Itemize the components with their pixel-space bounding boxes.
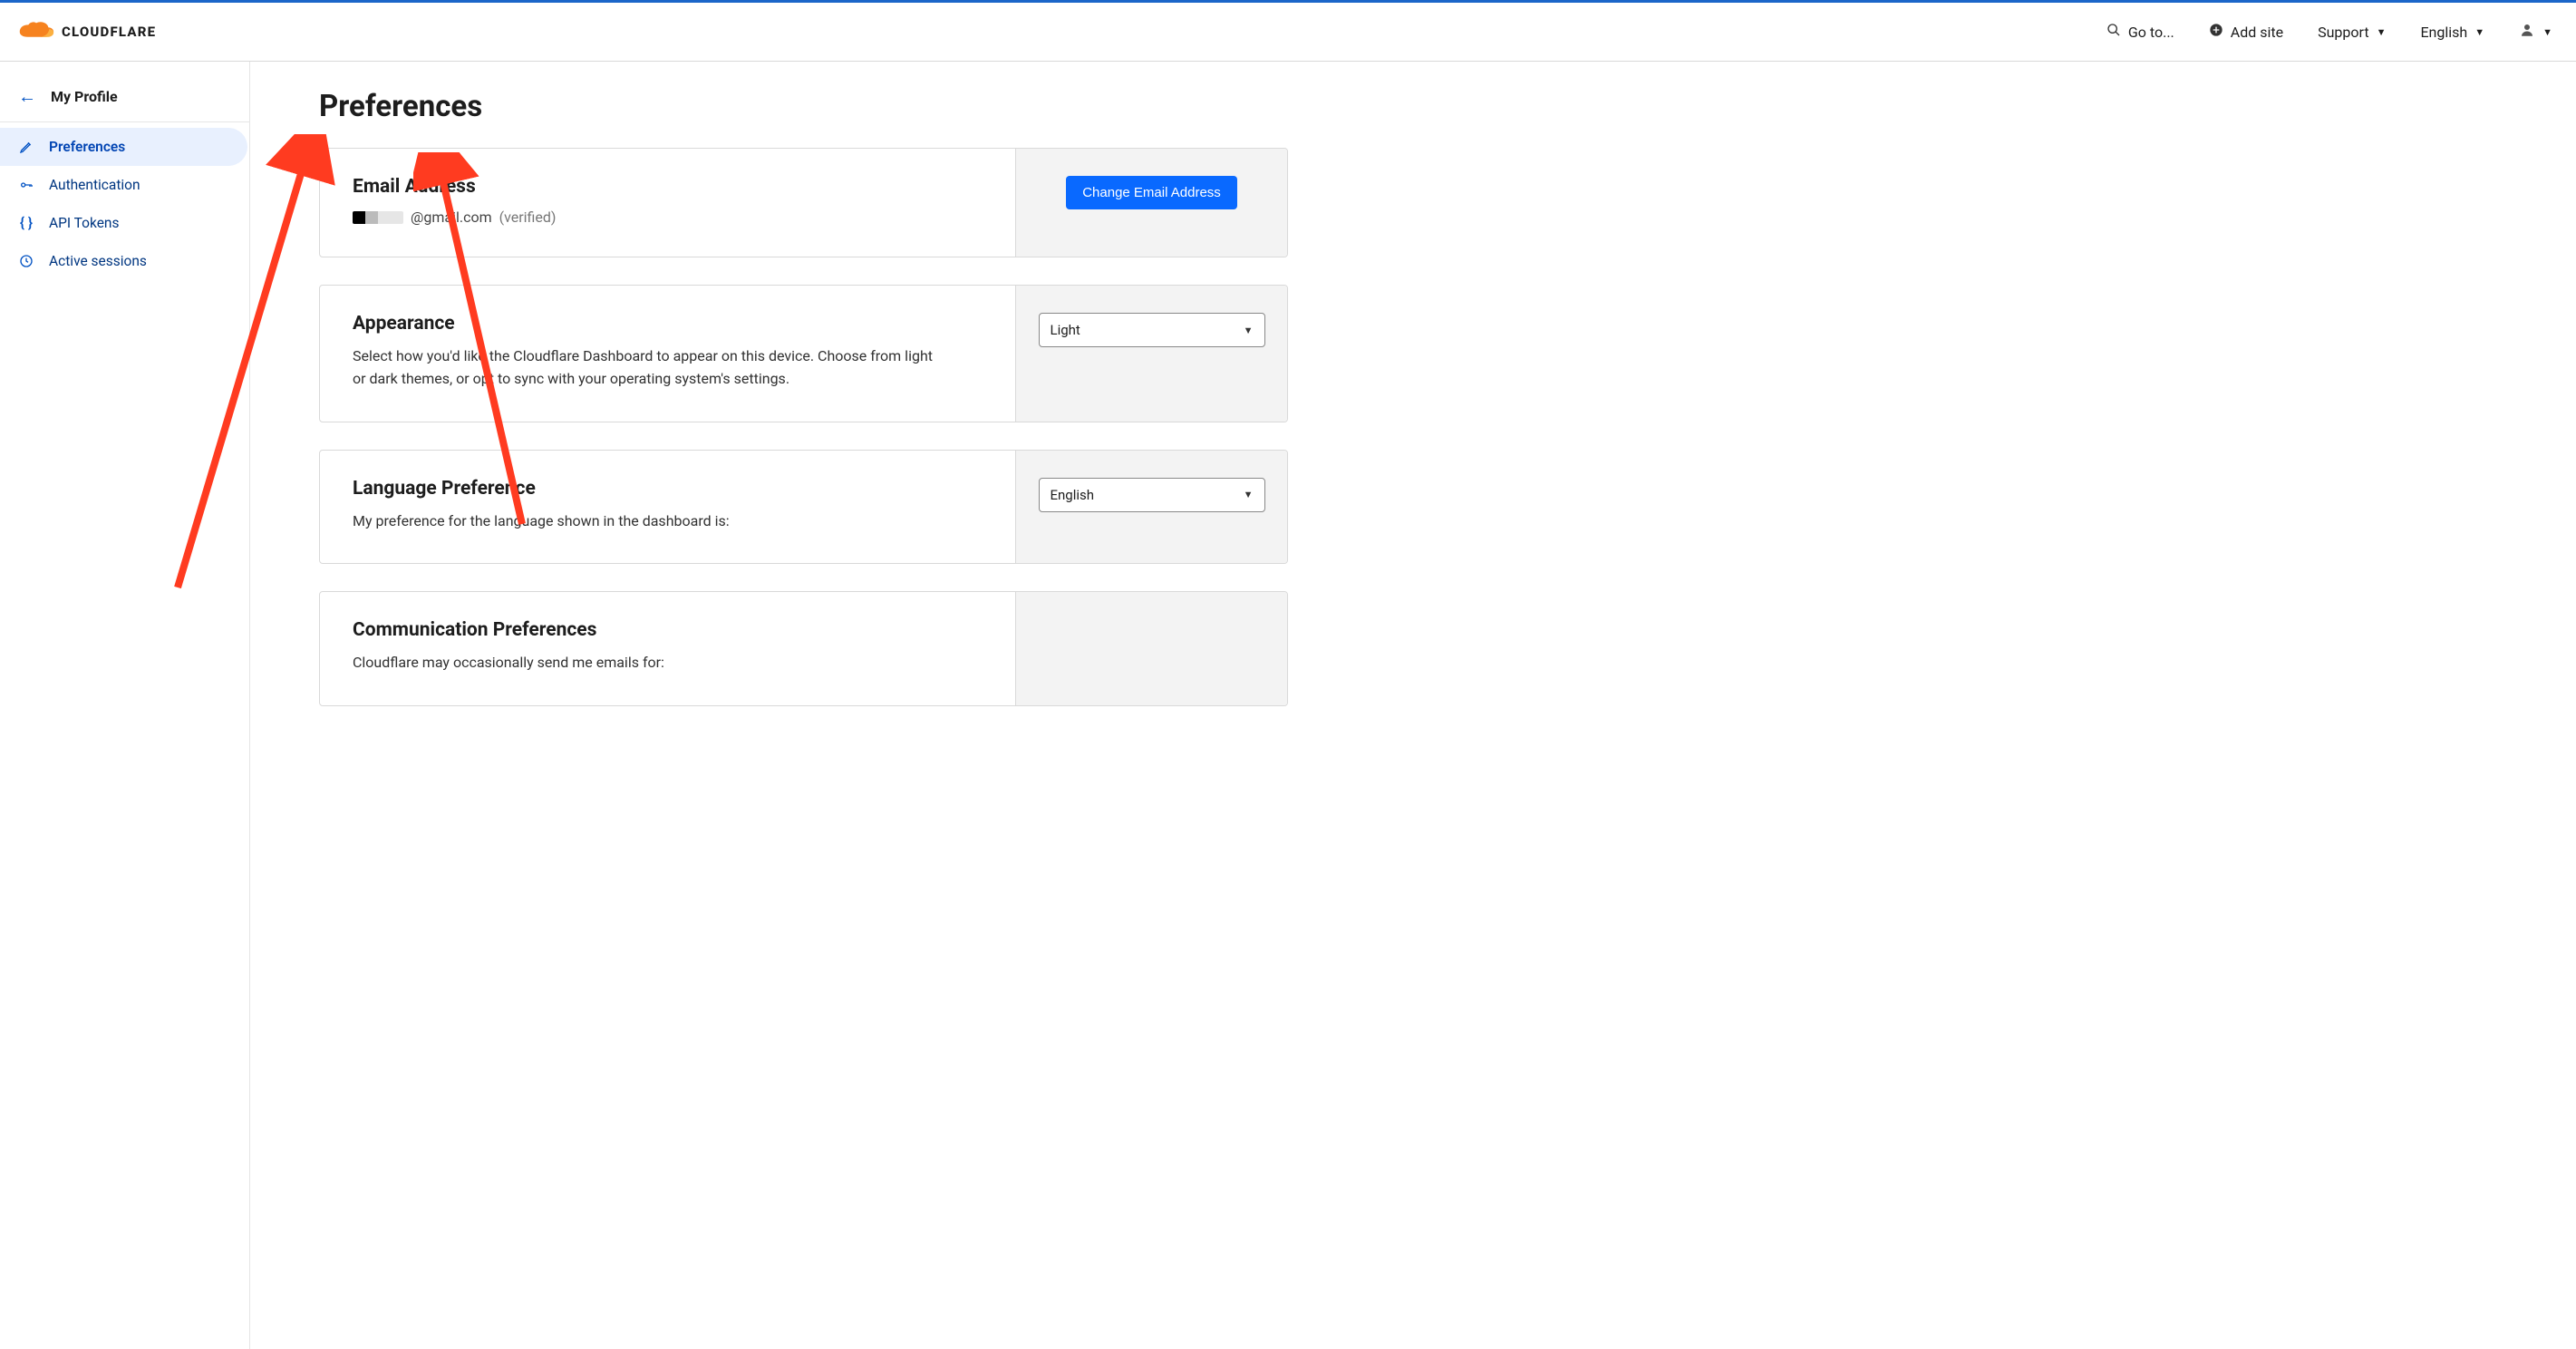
- sidebar-item-label: Active sessions: [49, 253, 147, 269]
- chevron-down-icon: ▼: [1244, 489, 1254, 500]
- cloudflare-cloud-icon: [15, 21, 56, 43]
- sidebar-item-authentication[interactable]: Authentication: [0, 166, 249, 204]
- pencil-icon: [18, 140, 34, 154]
- support-dropdown[interactable]: Support ▼: [2318, 24, 2386, 41]
- support-label: Support: [2318, 24, 2368, 41]
- email-redacted: [353, 211, 403, 224]
- account-dropdown[interactable]: ▼: [2519, 22, 2552, 42]
- appearance-description: Select how you'd like the Cloudflare Das…: [353, 345, 933, 391]
- goto-search[interactable]: Go to...: [2106, 23, 2174, 41]
- braces-icon: { }: [18, 215, 34, 231]
- card-appearance: Appearance Select how you'd like the Clo…: [319, 285, 1288, 422]
- language-dropdown[interactable]: English ▼: [2420, 24, 2484, 41]
- card-communication: Communication Preferences Cloudflare may…: [319, 591, 1288, 706]
- logo-text: CLOUDFLARE: [62, 24, 156, 40]
- appearance-heading: Appearance: [353, 313, 983, 335]
- email-heading: Email Address: [353, 176, 983, 198]
- language-label: English: [2420, 24, 2467, 41]
- clock-icon: [18, 254, 34, 268]
- sidebar-item-active-sessions[interactable]: Active sessions: [0, 242, 249, 280]
- sidebar-item-preferences[interactable]: Preferences: [0, 128, 247, 166]
- sidebar-item-label: API Tokens: [49, 215, 119, 231]
- logo[interactable]: CLOUDFLARE: [15, 21, 156, 43]
- sidebar-item-label: Authentication: [49, 177, 140, 193]
- search-icon: [2106, 23, 2121, 41]
- page-title: Preferences: [319, 89, 1288, 124]
- sidebar-item-label: Preferences: [49, 139, 125, 155]
- sidebar-item-api-tokens[interactable]: { } API Tokens: [0, 204, 249, 242]
- language-select-value: English: [1051, 487, 1095, 503]
- add-site-label: Add site: [2231, 24, 2283, 41]
- plus-circle-icon: [2209, 23, 2223, 41]
- sidebar-title: My Profile: [51, 88, 118, 105]
- sidebar-nav: Preferences Authentication { } API Token…: [0, 128, 249, 280]
- chevron-down-icon: ▼: [2542, 26, 2552, 38]
- language-description: My preference for the language shown in …: [353, 510, 933, 533]
- appearance-select[interactable]: Light ▼: [1039, 313, 1265, 347]
- appearance-select-value: Light: [1051, 322, 1080, 338]
- email-domain: @gmail.com: [411, 209, 492, 226]
- card-email: Email Address @gmail.com (verified) Chan…: [319, 148, 1288, 257]
- user-icon: [2519, 22, 2535, 42]
- chevron-down-icon: ▼: [1244, 325, 1254, 336]
- goto-label: Go to...: [2128, 24, 2174, 41]
- add-site-button[interactable]: Add site: [2209, 23, 2283, 41]
- language-heading: Language Preference: [353, 478, 983, 500]
- language-select[interactable]: English ▼: [1039, 478, 1265, 512]
- back-arrow-icon[interactable]: ←: [18, 87, 36, 105]
- top-bar: CLOUDFLARE Go to... Add site Support ▼ E…: [0, 0, 2576, 62]
- key-icon: [18, 178, 34, 192]
- chevron-down-icon: ▼: [2377, 26, 2387, 38]
- main-content: Preferences Email Address @gmail.com (ve…: [250, 62, 1338, 1349]
- card-language: Language Preference My preference for th…: [319, 450, 1288, 565]
- communication-description: Cloudflare may occasionally send me emai…: [353, 652, 933, 674]
- sidebar: ← My Profile Preferences Authentication …: [0, 62, 250, 1349]
- email-status: (verified): [499, 209, 557, 226]
- communication-heading: Communication Preferences: [353, 619, 983, 641]
- email-value-row: @gmail.com (verified): [353, 209, 983, 226]
- change-email-button[interactable]: Change Email Address: [1066, 176, 1237, 209]
- chevron-down-icon: ▼: [2474, 26, 2484, 38]
- sidebar-header: ← My Profile: [0, 74, 249, 122]
